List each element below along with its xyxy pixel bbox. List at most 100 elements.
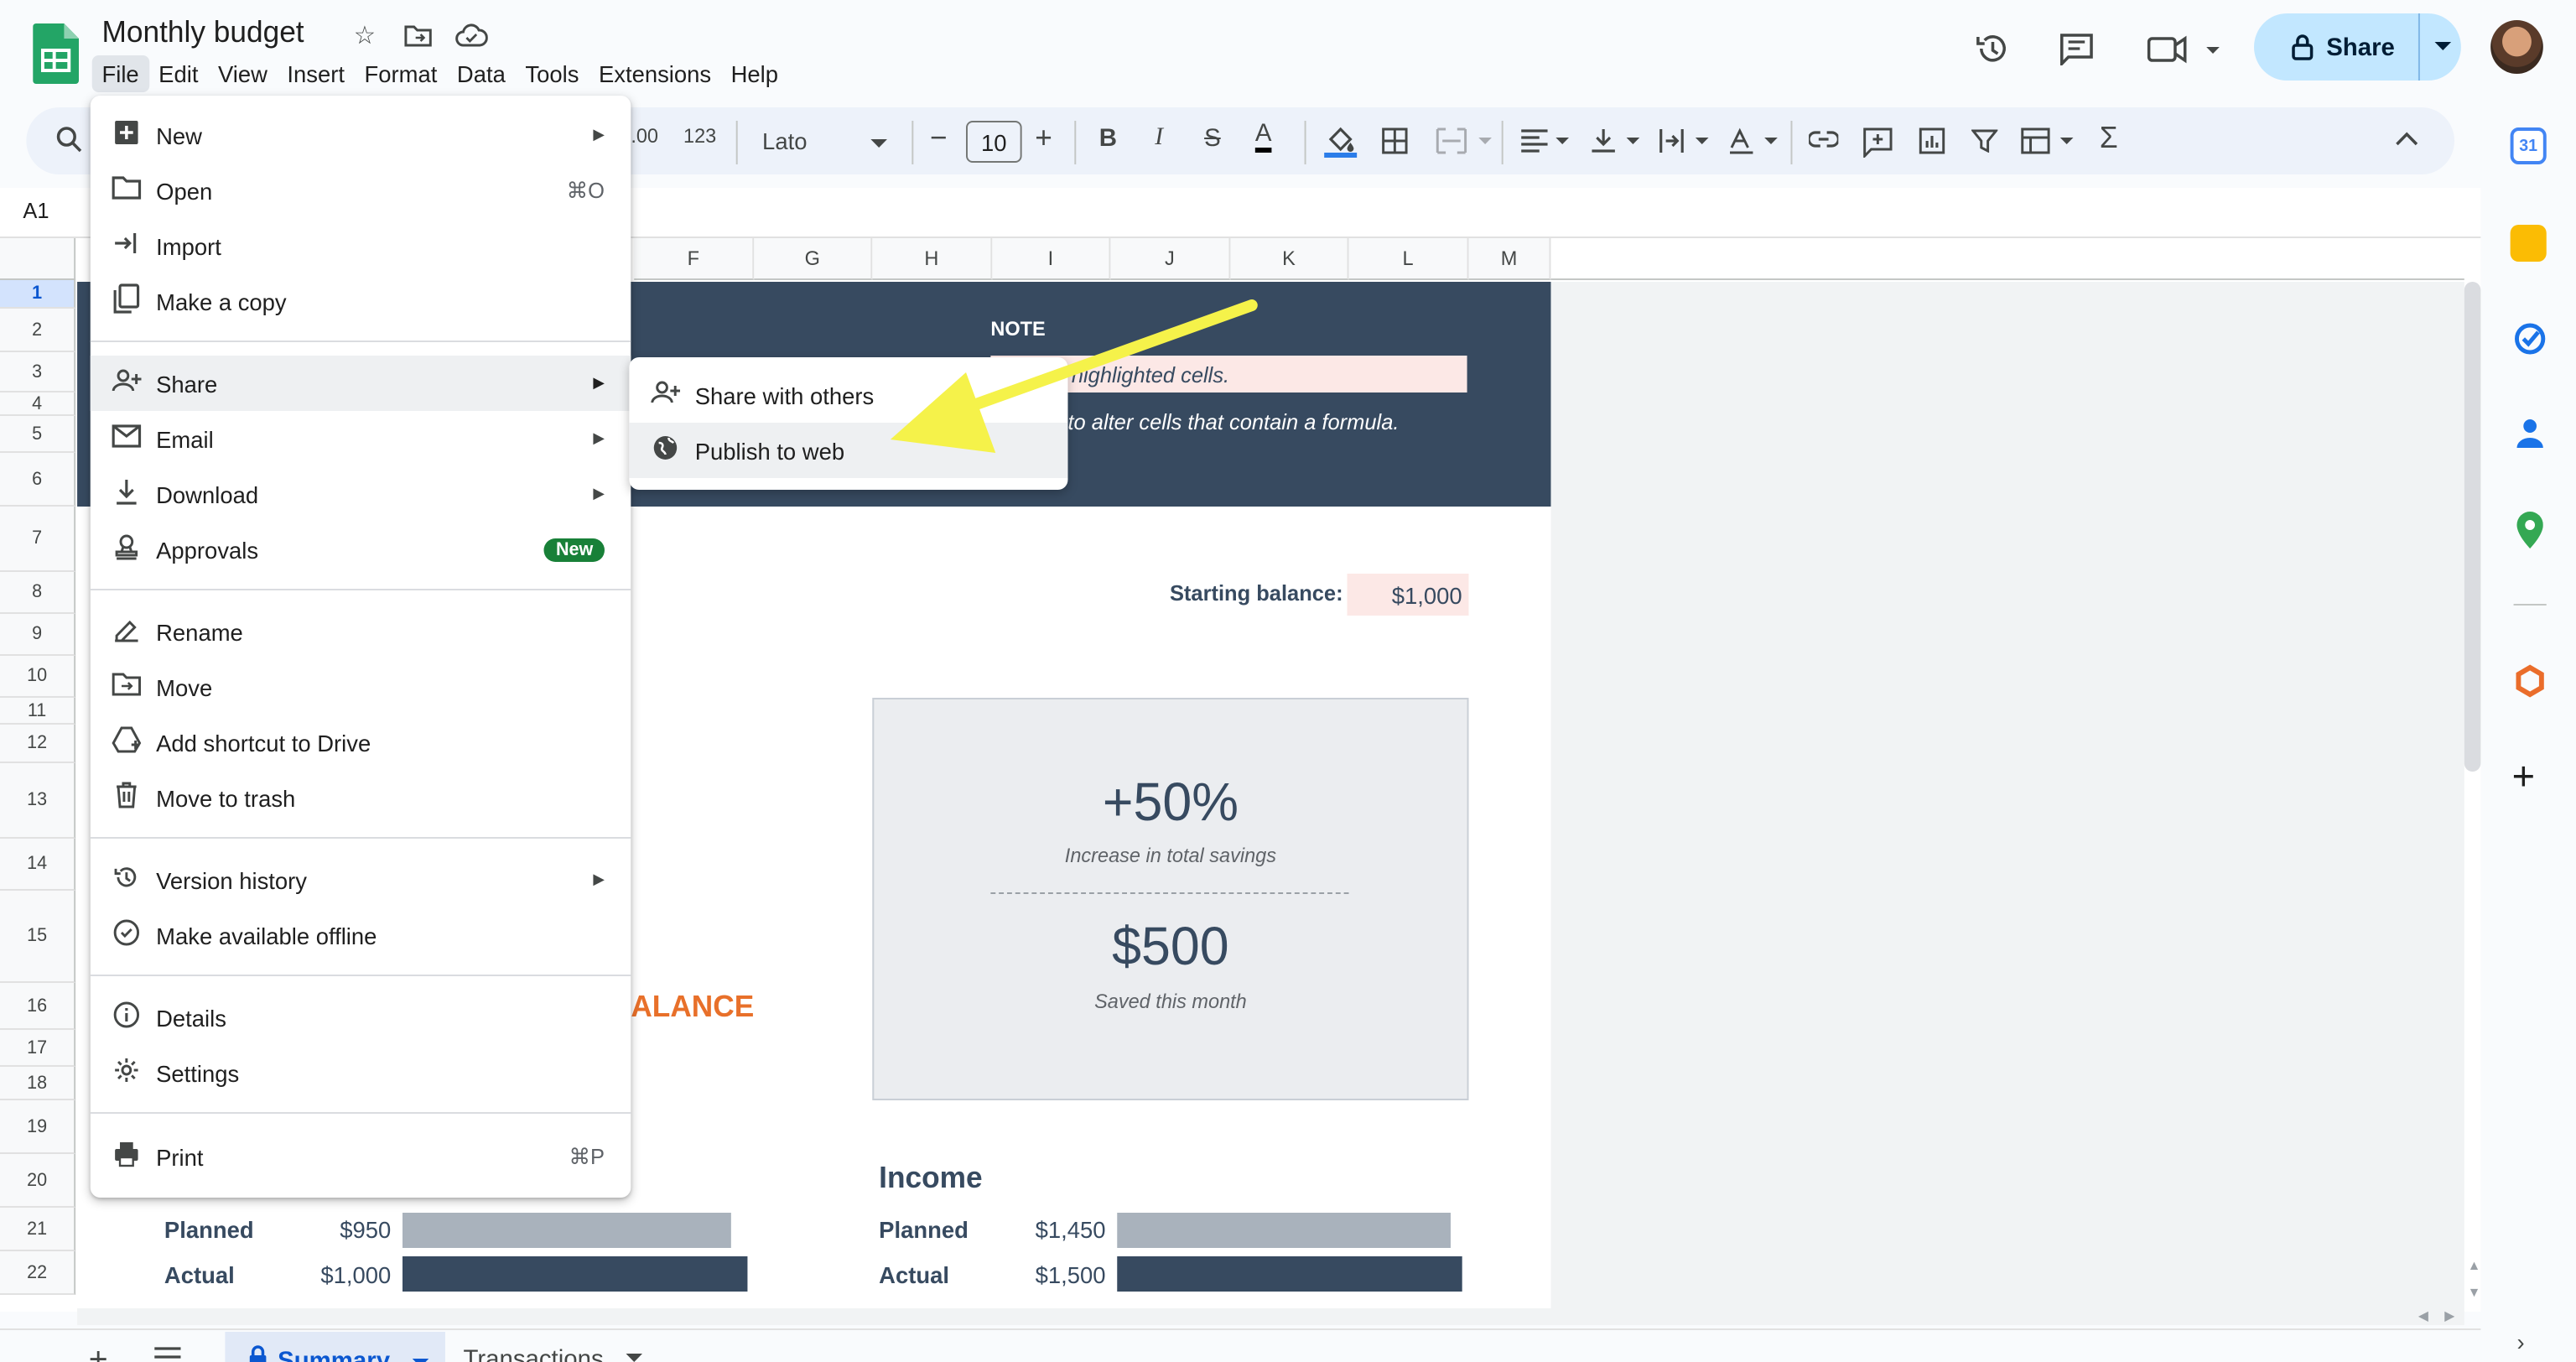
- menu-item-new[interactable]: New ▶: [91, 107, 631, 163]
- add-sheet-icon[interactable]: +: [89, 1342, 108, 1362]
- menu-item-move[interactable]: Move: [91, 659, 631, 715]
- contacts-icon[interactable]: [2516, 416, 2545, 458]
- tab-transactions[interactable]: Transactions: [463, 1345, 643, 1362]
- borders-icon[interactable]: [1382, 127, 1408, 154]
- version-history-icon[interactable]: [1968, 23, 2018, 74]
- strikethrough-icon[interactable]: S: [1204, 124, 1221, 153]
- increase-decimal-button[interactable]: .00: [631, 124, 658, 148]
- column-header-i[interactable]: I: [992, 238, 1111, 280]
- italic-icon[interactable]: I: [1155, 124, 1163, 153]
- all-sheets-menu-icon[interactable]: [154, 1347, 181, 1362]
- scroll-right-arrow-icon[interactable]: ▶: [2444, 1308, 2454, 1323]
- menu-item-approvals[interactable]: Approvals New: [91, 522, 631, 577]
- tab-summary-chevron-icon[interactable]: [413, 1346, 430, 1362]
- font-size-input[interactable]: 10: [966, 121, 1022, 163]
- fill-color-icon[interactable]: [1324, 124, 1358, 158]
- column-header-h[interactable]: H: [872, 238, 993, 280]
- row-header-5[interactable]: 5: [0, 416, 76, 453]
- column-header-m[interactable]: M: [1468, 238, 1551, 280]
- collapse-toolbar-chevron-up-icon[interactable]: [2395, 131, 2418, 148]
- row-header-19[interactable]: 19: [0, 1100, 76, 1154]
- addon-icon[interactable]: [2514, 664, 2547, 706]
- show-side-panel-chevron-icon[interactable]: ›: [2516, 1328, 2524, 1355]
- scroll-up-arrow-icon[interactable]: ▲: [2468, 1258, 2481, 1273]
- comments-icon[interactable]: [2052, 23, 2101, 74]
- row-header-16[interactable]: 16: [0, 983, 76, 1030]
- starting-balance-value[interactable]: $1,000: [1347, 574, 1469, 616]
- more-formats-button[interactable]: 123: [683, 124, 716, 148]
- insert-comment-icon[interactable]: [1863, 127, 1893, 158]
- row-header-10[interactable]: 10: [0, 656, 76, 698]
- menu-item-make-copy[interactable]: Make a copy: [91, 273, 631, 329]
- insert-chart-icon[interactable]: [1919, 127, 1945, 154]
- menu-data[interactable]: Data: [447, 55, 515, 92]
- vertical-scrollbar[interactable]: [2464, 282, 2481, 772]
- menu-item-details[interactable]: Details: [91, 990, 631, 1045]
- share-dropdown-chevron-icon[interactable]: [2433, 40, 2453, 54]
- menu-item-print[interactable]: Print ⌘P: [91, 1129, 631, 1184]
- move-folder-icon[interactable]: [401, 18, 434, 52]
- row-header-15[interactable]: 15: [0, 891, 76, 983]
- menu-item-move-trash[interactable]: Move to trash: [91, 770, 631, 825]
- filter-views-icon[interactable]: [2021, 127, 2077, 154]
- maps-icon[interactable]: [2516, 512, 2543, 557]
- row-header-1[interactable]: 1: [0, 280, 76, 309]
- menu-view[interactable]: View: [208, 55, 277, 92]
- decrease-font-size-button[interactable]: −: [930, 121, 948, 156]
- menu-item-import[interactable]: Import: [91, 218, 631, 273]
- menu-item-open[interactable]: Open ⌘O: [91, 163, 631, 218]
- row-header-12[interactable]: 12: [0, 725, 76, 763]
- row-header-18[interactable]: 18: [0, 1067, 76, 1100]
- column-header-j[interactable]: J: [1110, 238, 1231, 280]
- row-header-22[interactable]: 22: [0, 1251, 76, 1295]
- sheets-logo-icon[interactable]: [33, 23, 80, 84]
- font-select[interactable]: Lato: [749, 121, 896, 161]
- select-all-corner[interactable]: [0, 238, 76, 280]
- menu-file[interactable]: File: [91, 55, 149, 92]
- menu-help[interactable]: Help: [721, 55, 788, 92]
- menu-insert[interactable]: Insert: [278, 55, 355, 92]
- cloud-saved-icon[interactable]: [454, 18, 490, 52]
- menu-item-rename[interactable]: Rename: [91, 604, 631, 659]
- column-header-l[interactable]: L: [1348, 238, 1469, 280]
- user-avatar[interactable]: [2490, 20, 2543, 74]
- increase-font-size-button[interactable]: +: [1035, 121, 1052, 156]
- row-header-3[interactable]: 3: [0, 352, 76, 392]
- row-header-14[interactable]: 14: [0, 839, 76, 891]
- menu-item-add-shortcut[interactable]: Add shortcut to Drive: [91, 715, 631, 770]
- name-box[interactable]: A1: [23, 198, 49, 223]
- menu-item-share[interactable]: Share ▶: [90, 356, 631, 411]
- row-header-20[interactable]: 20: [0, 1154, 76, 1208]
- row-header-9[interactable]: 9: [0, 614, 76, 656]
- row-header-2[interactable]: 2: [0, 309, 76, 352]
- meet-icon[interactable]: [2142, 23, 2225, 74]
- tab-transactions-chevron-icon[interactable]: [626, 1342, 643, 1362]
- calendar-icon[interactable]: 31: [2510, 127, 2547, 164]
- row-header-11[interactable]: 11: [0, 698, 76, 725]
- menu-item-email[interactable]: Email ▶: [91, 411, 631, 466]
- text-wrapping-icon[interactable]: [1659, 127, 1712, 154]
- share-button[interactable]: Share: [2254, 13, 2461, 81]
- horizontal-scrollbar[interactable]: [77, 1308, 2464, 1325]
- column-header-f[interactable]: F: [634, 238, 755, 280]
- menu-item-offline[interactable]: Make available offline: [91, 907, 631, 963]
- document-title[interactable]: Monthly budget: [101, 15, 304, 50]
- insert-link-icon[interactable]: [1809, 129, 1839, 149]
- functions-icon[interactable]: Σ: [2100, 121, 2118, 156]
- bold-icon[interactable]: B: [1099, 124, 1117, 153]
- row-header-13[interactable]: 13: [0, 763, 76, 839]
- text-rotation-icon[interactable]: [1728, 127, 1781, 154]
- star-icon[interactable]: ☆: [348, 18, 381, 52]
- horizontal-align-icon[interactable]: [1519, 129, 1572, 153]
- column-header-k[interactable]: K: [1230, 238, 1349, 280]
- column-header-g[interactable]: G: [754, 238, 873, 280]
- keep-icon[interactable]: [2510, 225, 2547, 262]
- filter-icon[interactable]: [1971, 129, 1998, 153]
- row-header-6[interactable]: 6: [0, 453, 76, 507]
- menu-format[interactable]: Format: [355, 55, 447, 92]
- vertical-align-icon[interactable]: [1590, 127, 1643, 154]
- get-addons-plus-icon[interactable]: +: [2512, 755, 2535, 802]
- menu-edit[interactable]: Edit: [148, 55, 208, 92]
- menu-item-settings[interactable]: Settings: [91, 1045, 631, 1100]
- merge-cells-icon[interactable]: [1436, 127, 1492, 154]
